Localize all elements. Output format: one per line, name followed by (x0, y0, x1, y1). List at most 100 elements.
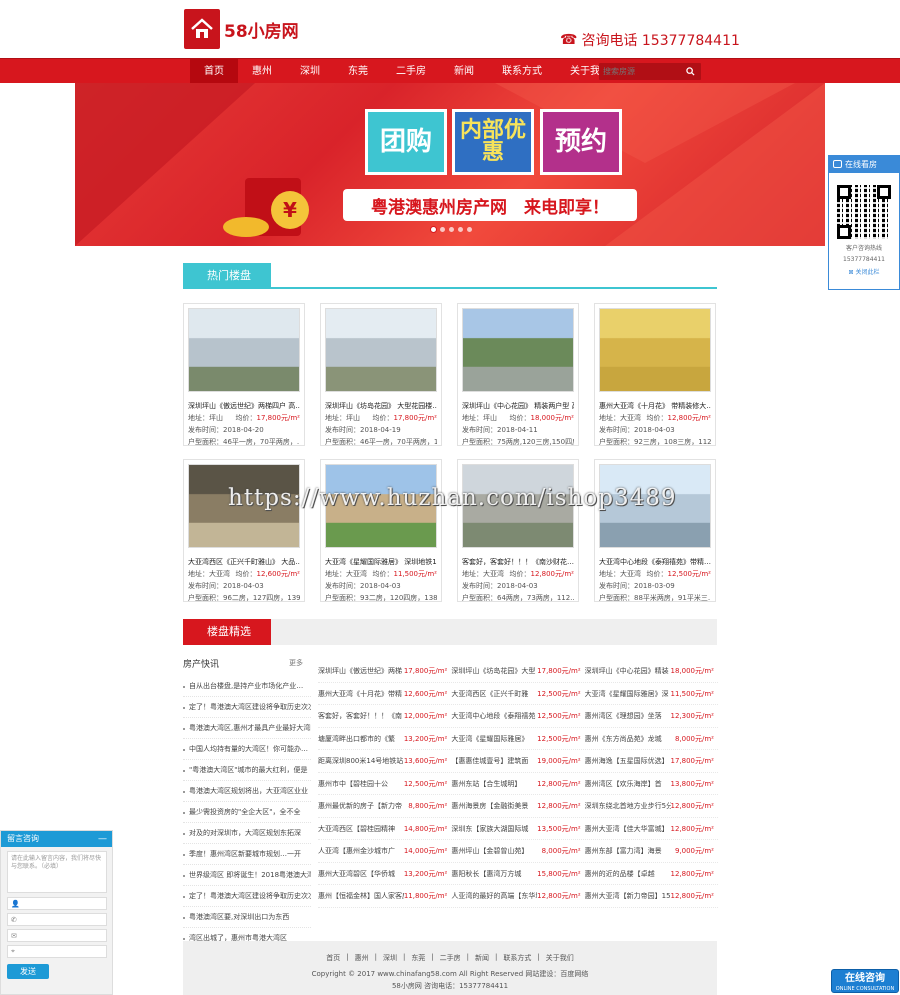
address-field[interactable]: ⌖ (7, 945, 107, 958)
grid-listing-name[interactable]: 大亚湾《星耀国际雅居》 (451, 728, 537, 750)
grid-listing[interactable]: 惠州东部【富力湾】海景 9,000元/m² (585, 840, 718, 862)
news-item[interactable]: 中国人均持有量的大湾区！你可能办… (183, 739, 311, 760)
nav-item[interactable]: 联系方式 (488, 59, 556, 84)
grid-listing[interactable]: 惠州大亚湾碧区【华侨城 13,200元/m² (318, 863, 451, 885)
listing-card[interactable]: 深圳坪山《坊岛花园》 大型花园楼… 地址：坪山 均价：17,800元/m² 发布时… (320, 303, 442, 446)
grid-listing[interactable]: 惠州的近的品楼【卓越 12,800元/m² (585, 863, 718, 885)
listing-photo[interactable] (599, 308, 711, 392)
banner-dot[interactable] (467, 227, 472, 232)
news-item[interactable]: 定了！粤港澳大湾区建设将争取历史次次 (183, 697, 311, 718)
grid-listing[interactable]: 深圳东绕北首地方业步行5分 12,800元/m² (585, 795, 718, 817)
grid-listing[interactable]: 惠州【恒福金林】国人家客房 11,800元/m² (318, 885, 451, 907)
listing-card[interactable]: 大亚湾《星耀国际雅居》 深圳地铁1… 地址：大亚湾 均价：11,500元/m² 发… (320, 459, 442, 602)
listing-card[interactable]: 深圳坪山《中心花园》 精装两户型 高… 地址：坪山 均价：18,000元/m² 发… (457, 303, 579, 446)
news-item[interactable]: 定了！粤港澳大湾区建设将争取历史次次 (183, 886, 311, 907)
listing-title[interactable]: 大亚湾中心地段《泰翔禧苑》带精… (599, 557, 711, 567)
news-item[interactable]: 世界级湾区 即将诞生！2018粤港澳大湾区 (183, 865, 311, 886)
news-item[interactable]: 粤港澳大湾区规划将出，大亚湾区业业 (183, 781, 311, 802)
footer-link[interactable]: 二手房 (440, 953, 461, 963)
banner-dot[interactable] (449, 227, 454, 232)
news-item[interactable]: 季度！惠州湾区新要城市规划…一开 (183, 844, 311, 865)
phone-field[interactable]: ✆ (7, 913, 107, 926)
grid-listing[interactable]: 距离深圳800米14号地铁站 13,600元/m² (318, 750, 451, 772)
email-field[interactable]: ✉ (7, 929, 107, 942)
grid-listing[interactable]: 惠州海逸【五星国际优选】 17,800元/m² (585, 750, 718, 772)
grid-listing-name[interactable]: 人亚湾【惠州金沙城市广 (318, 840, 404, 862)
listing-title[interactable]: 客套好，客套好！！！《南沙财花… (462, 557, 574, 567)
grid-listing-name[interactable]: 【惠惠佳城壹号】建筑面 (451, 750, 537, 772)
grid-listing-name[interactable]: 惠州海逸【五星国际优选】 (585, 750, 671, 772)
grid-listing-name[interactable]: 惠州湾区《理想园》坐落 (585, 705, 671, 727)
listing-title[interactable]: 大亚湾《星耀国际雅居》 深圳地铁1… (325, 557, 437, 567)
grid-listing[interactable]: 惠州大亚湾【新力帝园】15 12,800元/m² (585, 885, 718, 907)
minimize-icon[interactable]: — (98, 831, 107, 847)
nav-item[interactable]: 东莞 (334, 59, 382, 84)
listing-card[interactable]: 大亚湾西区《正兴千町雅山》 大品… 地址：大亚湾 均价：12,600元/m² 发布… (183, 459, 305, 602)
grid-listing-name[interactable]: 惠州《东方尚品苑》龙城 (585, 728, 671, 750)
listing-title[interactable]: 大亚湾西区《正兴千町雅山》 大品… (188, 557, 300, 567)
name-field[interactable]: 👤 (7, 897, 107, 910)
banner-dot[interactable] (458, 227, 463, 232)
footer-link[interactable]: 东莞 (411, 953, 425, 963)
grid-listing[interactable]: 大亚湾《星耀国际雅居》 12,500元/m² (451, 728, 584, 750)
grid-listing-name[interactable]: 惠州东站【合生城明】 (451, 773, 537, 795)
grid-listing-name[interactable]: 惠州大亚湾《十月花》带精 (318, 683, 404, 705)
panel-close-button[interactable]: ⊠ 关闭此栏 (829, 267, 899, 276)
grid-listing[interactable]: 人亚湾【惠州金沙城市广 14,000元/m² (318, 840, 451, 862)
grid-listing-name[interactable]: 深圳东绕北首地方业步行5分 (585, 795, 671, 817)
grid-listing-name[interactable]: 塘厦湾畔出口都市的《繁 (318, 728, 404, 750)
grid-listing[interactable]: 惠州市中【碧桂园十公 12,500元/m² (318, 773, 451, 795)
news-item[interactable]: 自从出台楼盘,是持产业市场化产业… (183, 676, 311, 697)
banner-dot[interactable] (440, 227, 445, 232)
listing-title[interactable]: 深圳坪山《坊岛花园》 大型花园楼… (325, 401, 437, 411)
listing-photo[interactable] (325, 308, 437, 392)
news-item[interactable]: 粤港澳湾区要,对深圳出口为东西 (183, 907, 311, 928)
listing-photo[interactable] (188, 308, 300, 392)
news-item[interactable]: 最少需投资房的"全企大区"，全不全 (183, 802, 311, 823)
grid-listing[interactable]: 大亚湾西区【碧桂园精神 14,800元/m² (318, 818, 451, 840)
listing-photo[interactable] (325, 464, 437, 548)
grid-listing-name[interactable]: 惠州最优新的房子【新力帝 (318, 795, 404, 817)
grid-listing-name[interactable]: 深圳坪山《中心花园》精装 (585, 660, 671, 682)
grid-listing[interactable]: 惠州《东方尚品苑》龙城 8,000元/m² (585, 728, 718, 750)
grid-listing[interactable]: 惠州湾区《理想园》坐落 12,300元/m² (585, 705, 718, 727)
listing-card[interactable]: 惠州大亚湾《十月花》 带精装修大… 地址：大亚湾 均价：12,800元/m² 发布… (594, 303, 716, 446)
footer-link[interactable]: 新闻 (475, 953, 489, 963)
listing-title[interactable]: 惠州大亚湾《十月花》 带精装修大… (599, 401, 711, 411)
online-consult-button[interactable]: 在线咨询 ONLINE CONSULTATION (831, 969, 899, 993)
footer-link[interactable]: 联系方式 (503, 953, 531, 963)
grid-listing[interactable]: 深圳东【家族大湖国际城 13,500元/m² (451, 818, 584, 840)
grid-listing[interactable]: 惠州东站【合生城明】 12,800元/m² (451, 773, 584, 795)
grid-listing-name[interactable]: 惠州大亚湾【佳大华富城】 (585, 818, 671, 840)
listing-title[interactable]: 深圳坪山《中心花园》 精装两户型 高… (462, 401, 574, 411)
site-logo[interactable]: 58小房网 (184, 8, 304, 50)
nav-item[interactable]: 新闻 (440, 59, 488, 84)
grid-listing-name[interactable]: 深圳坪山《坊岛花园》大型 (451, 660, 537, 682)
listing-photo[interactable] (462, 464, 574, 548)
news-more-link[interactable]: 更多 (289, 658, 303, 668)
listing-photo[interactable] (188, 464, 300, 548)
grid-listing-name[interactable]: 惠州市中【碧桂园十公 (318, 773, 404, 795)
search-input[interactable] (599, 63, 679, 80)
footer-link[interactable]: 惠州 (355, 953, 369, 963)
nav-item[interactable]: 惠州 (238, 59, 286, 84)
grid-listing[interactable]: 【惠惠佳城壹号】建筑面 19,000元/m² (451, 750, 584, 772)
grid-listing[interactable]: 深圳坪山《坊岛花园》大型 17,800元/m² (451, 660, 584, 682)
grid-listing[interactable]: 人亚湾的最好的高端【东华城 12,800元/m² (451, 885, 584, 907)
promo-banner[interactable]: 团购 内部优惠 预约 粤港澳惠州房产网 来电即享！ ¥ (75, 83, 825, 246)
footer-link[interactable]: 首页 (326, 953, 340, 963)
grid-listing-name[interactable]: 大亚湾中心地段《泰翔禧苑 (451, 705, 537, 727)
grid-listing-name[interactable]: 惠州大亚湾碧区【华侨城 (318, 863, 404, 885)
grid-listing-name[interactable]: 深圳坪山《傲远世纪》两梯 (318, 660, 404, 682)
listing-title[interactable]: 深圳坪山《傲远世纪》两梯四户 高… (188, 401, 300, 411)
grid-listing[interactable]: 客套好，客套好！！！《南 12,000元/m² (318, 705, 451, 727)
grid-listing-name[interactable]: 惠州坪山【金碧曾山苑】 (451, 840, 537, 862)
message-widget-header[interactable]: 留言咨询 — (1, 831, 112, 847)
listing-card[interactable]: 深圳坪山《傲远世纪》两梯四户 高… 地址：坪山 均价：17,800元/m² 发布时… (183, 303, 305, 446)
grid-listing[interactable]: 大亚湾西区《正兴千町雅 12,500元/m² (451, 683, 584, 705)
listing-photo[interactable] (462, 308, 574, 392)
grid-listing[interactable]: 惠阳秋长【惠湾万方城 15,800元/m² (451, 863, 584, 885)
listing-card[interactable]: 客套好，客套好！！！《南沙财花… 地址：大亚湾 均价：12,800元/m² 发布时… (457, 459, 579, 602)
news-item[interactable]: 粤港澳大湾区,惠州才最具产业最好大湾区 (183, 718, 311, 739)
nav-item[interactable]: 二手房 (382, 59, 440, 84)
